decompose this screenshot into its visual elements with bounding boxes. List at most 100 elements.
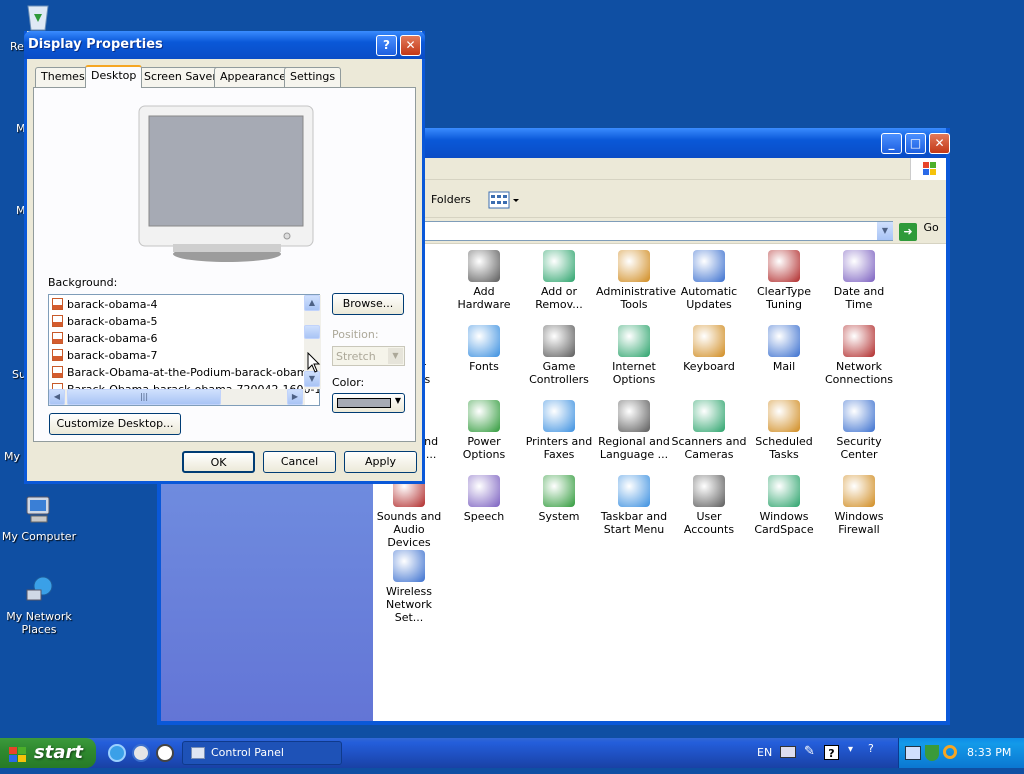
- apply-button[interactable]: Apply: [344, 451, 417, 473]
- cp-item-label: Sounds and Audio Devices: [376, 510, 442, 549]
- tab-screen-saver[interactable]: Screen Saver: [138, 67, 223, 87]
- desktop-icon-label: My Network Places: [6, 610, 72, 636]
- image-file-icon: [52, 298, 63, 310]
- ok-button[interactable]: OK: [182, 451, 255, 473]
- security-tray-icon[interactable]: [925, 745, 939, 761]
- cp-item-add-remove-programs[interactable]: Add or Remov...: [521, 250, 597, 311]
- cp-item-cardspace[interactable]: Windows CardSpace: [746, 475, 822, 536]
- go-button[interactable]: ➜ Go: [899, 221, 943, 241]
- cp-item-security-center[interactable]: Security Center: [821, 400, 897, 461]
- background-list-item[interactable]: barack-obama-4: [52, 296, 157, 313]
- control-panel-items: tyAdd HardwareAdd or Remov...Administrat…: [366, 244, 946, 721]
- clock[interactable]: 8:33 PM: [967, 746, 1011, 759]
- dialog-titlebar[interactable]: Display Properties ? ✕: [24, 31, 425, 59]
- cp-item-game-controllers[interactable]: Game Controllers: [521, 325, 597, 386]
- background-list-item[interactable]: barack-obama-7: [52, 347, 157, 364]
- position-label: Position:: [332, 328, 379, 341]
- recycle-bin-icon[interactable]: [24, 2, 52, 32]
- tab-appearance[interactable]: Appearance: [214, 67, 293, 87]
- tab-themes[interactable]: Themes: [35, 67, 91, 87]
- desktop-icon-my-network-places[interactable]: My Network Places: [0, 574, 78, 636]
- cp-item-regional-language[interactable]: Regional and Language ...: [596, 400, 672, 461]
- address-input[interactable]: [421, 221, 893, 241]
- cp-item-taskbar-start-menu[interactable]: Taskbar and Start Menu: [596, 475, 672, 536]
- cp-item-cleartype[interactable]: ClearType Tuning: [746, 250, 822, 311]
- cp-item-keyboard[interactable]: Keyboard: [671, 325, 747, 373]
- desktop-icon-my-computer[interactable]: My Computer: [0, 494, 78, 543]
- browse-button[interactable]: Browse...: [332, 293, 404, 315]
- pen-tray-icon[interactable]: ✎: [804, 744, 818, 760]
- cp-item-scheduled-tasks[interactable]: Scheduled Tasks: [746, 400, 822, 461]
- cp-item-label: Windows Firewall: [834, 510, 884, 536]
- tab-settings[interactable]: Settings: [284, 67, 342, 87]
- wireless-network-icon: [393, 550, 425, 582]
- game-controllers-icon: [543, 325, 575, 357]
- cp-item-printers-faxes[interactable]: Printers and Faxes: [521, 400, 597, 461]
- cp-item-internet-options[interactable]: Internet Options: [596, 325, 672, 386]
- hscroll-thumb[interactable]: |||: [67, 389, 221, 405]
- keyboard-tray-icon[interactable]: [780, 746, 796, 758]
- scroll-thumb[interactable]: [304, 325, 320, 339]
- quicklaunch-media-icon[interactable]: [132, 744, 150, 762]
- cp-item-system[interactable]: System: [521, 475, 597, 523]
- cancel-button[interactable]: Cancel: [263, 451, 336, 473]
- desktop-label-recycle: Re: [10, 40, 24, 53]
- search-tray-icon[interactable]: [943, 745, 957, 759]
- language-indicator[interactable]: EN: [757, 746, 772, 759]
- background-list-item[interactable]: barack-obama-6: [52, 330, 157, 347]
- power-options-icon: [468, 400, 500, 432]
- cp-item-fonts[interactable]: Fonts: [446, 325, 522, 373]
- maximize-button[interactable]: □: [905, 133, 926, 154]
- cp-item-label: Taskbar and Start Menu: [600, 510, 668, 536]
- scroll-up-button[interactable]: ▲: [304, 295, 320, 311]
- dialog-close-button[interactable]: ✕: [400, 35, 421, 56]
- start-button[interactable]: start: [0, 738, 96, 768]
- cp-item-label: Speech: [463, 510, 505, 523]
- views-button[interactable]: [487, 190, 521, 210]
- cp-item-automatic-updates[interactable]: Automatic Updates: [671, 250, 747, 311]
- background-list-item[interactable]: barack-obama-5: [52, 313, 157, 330]
- cp-item-scanners-cameras[interactable]: Scanners and Cameras: [671, 400, 747, 461]
- automatic-updates-icon: [693, 250, 725, 282]
- cp-item-label: Internet Options: [612, 360, 656, 386]
- cp-item-network-connections[interactable]: Network Connections: [821, 325, 897, 386]
- background-list-hscrollbar[interactable]: ◀ ||| ▶: [49, 389, 305, 405]
- cp-item-firewall[interactable]: Windows Firewall: [821, 475, 897, 536]
- address-dropdown-button[interactable]: ▼: [877, 222, 893, 240]
- network-tray-icon[interactable]: [905, 746, 921, 760]
- cp-item-speech[interactable]: Speech: [446, 475, 522, 523]
- quicklaunch-desktop-icon[interactable]: [156, 744, 174, 762]
- taskbar-task-control-panel[interactable]: Control Panel: [182, 741, 342, 765]
- color-picker-button[interactable]: ▼: [332, 393, 405, 413]
- background-list-item[interactable]: Barack-Obama-at-the-Podium-barack-obama-…: [52, 364, 319, 381]
- image-file-icon: [52, 332, 63, 344]
- image-file-icon: [52, 349, 63, 361]
- cp-item-mail[interactable]: Mail: [746, 325, 822, 373]
- cp-item-date-time[interactable]: Date and Time: [821, 250, 897, 311]
- position-select[interactable]: Stretch ▼: [332, 346, 405, 366]
- minimize-button[interactable]: _: [881, 133, 902, 154]
- language-bar-options-icon[interactable]: ▾: [848, 744, 860, 762]
- folders-button[interactable]: Folders: [431, 193, 471, 206]
- date-time-icon: [843, 250, 875, 282]
- scroll-right-button[interactable]: ▶: [287, 389, 303, 405]
- close-button[interactable]: ✕: [929, 133, 950, 154]
- cp-item-wireless-network[interactable]: Wireless Network Set...: [371, 550, 447, 624]
- cp-item-power-options[interactable]: Power Options: [446, 400, 522, 461]
- cp-item-sounds-audio[interactable]: Sounds and Audio Devices: [371, 475, 447, 549]
- cp-item-administrative-tools[interactable]: Administrative Tools: [596, 250, 676, 311]
- cp-item-add-hardware[interactable]: Add Hardware: [446, 250, 522, 311]
- help-question-tray-icon[interactable]: ?: [868, 742, 878, 762]
- customize-desktop-button[interactable]: Customize Desktop...: [49, 413, 181, 435]
- scroll-left-button[interactable]: ◀: [49, 389, 65, 405]
- color-swatch: [337, 398, 391, 408]
- tab-desktop[interactable]: Desktop: [85, 65, 143, 88]
- chevron-down-icon: ▼: [394, 396, 401, 405]
- help-button[interactable]: ?: [376, 35, 397, 56]
- help-tray-icon[interactable]: ?: [824, 745, 839, 760]
- cp-item-label: Add or Remov...: [535, 285, 583, 311]
- cp-item-user-accounts[interactable]: User Accounts: [671, 475, 747, 536]
- position-value: Stretch: [336, 350, 376, 363]
- security-center-icon: [843, 400, 875, 432]
- quicklaunch-ie-icon[interactable]: [108, 744, 126, 762]
